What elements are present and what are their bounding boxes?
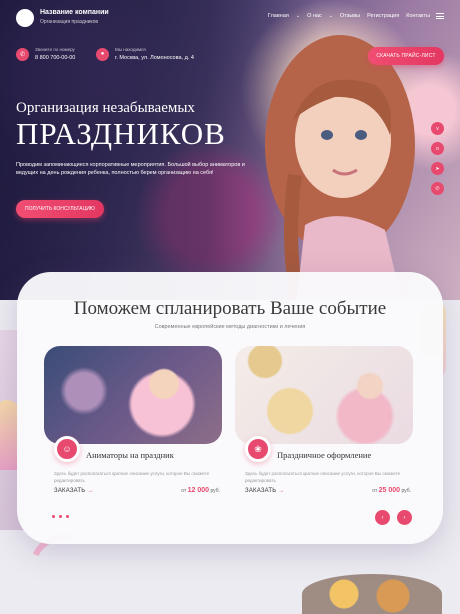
nav-chevron[interactable]: ⌄ bbox=[296, 13, 300, 19]
arrow-right-icon[interactable]: → bbox=[87, 488, 93, 494]
hamburger-menu-icon[interactable] bbox=[436, 13, 444, 19]
service-card-animators[interactable]: ☺ Аниматоры на праздник Здесь будет расп… bbox=[44, 346, 222, 494]
company-tagline: Организация праздников bbox=[40, 19, 99, 25]
carousel-dot[interactable] bbox=[66, 515, 69, 518]
animators-photo bbox=[44, 346, 222, 444]
download-price-button[interactable]: СКАЧАТЬ ПРАЙС-ЛИСТ bbox=[368, 47, 444, 65]
address-contact: ● Мы находимся г. Москва, ул. Ломоносова… bbox=[96, 47, 194, 61]
carousel-prev-button[interactable]: ‹ bbox=[375, 510, 390, 525]
price-value: 25 000 bbox=[378, 487, 401, 494]
carousel-dots[interactable] bbox=[52, 515, 69, 518]
order-label[interactable]: ЗАКАЗАТЬ bbox=[245, 488, 276, 494]
price-unit: руб. bbox=[210, 488, 220, 494]
service-description: Здесь будет располагаться краткое описан… bbox=[54, 471, 210, 483]
address-label: Мы находимся bbox=[115, 47, 146, 52]
service-price: от 12 000 руб. bbox=[181, 487, 220, 494]
section-subtitle: Современные европейские методы диагности… bbox=[154, 324, 306, 330]
main-nav: Главная ⌄ О нас ⌄ Отзывы Регистрация Кон… bbox=[268, 13, 430, 19]
address-value: г. Москва, ул. Ломоносова, д. 4 bbox=[115, 55, 194, 61]
balloons-image bbox=[302, 574, 442, 614]
price-prefix: от bbox=[181, 488, 187, 494]
arrow-right-icon[interactable]: → bbox=[278, 488, 284, 494]
phone-label: Звоните по номеру bbox=[35, 47, 75, 52]
service-name[interactable]: Праздничное оформление bbox=[277, 450, 371, 460]
hero-description: Проводим запоминающиеся корпоративные ме… bbox=[16, 162, 245, 176]
telegram-icon[interactable]: ➤ bbox=[431, 162, 444, 175]
service-name[interactable]: Аниматоры на праздник bbox=[86, 450, 174, 460]
hero-banner: Название компании Организация праздников… bbox=[0, 0, 460, 300]
carousel-dot[interactable] bbox=[52, 515, 55, 518]
balloons-icon: ❀ bbox=[245, 436, 271, 462]
company-name[interactable]: Название компании bbox=[40, 9, 109, 16]
service-description: Здесь будет располагаться краткое описан… bbox=[245, 471, 401, 483]
nav-registration[interactable]: Регистрация bbox=[367, 13, 399, 19]
location-pin-icon: ● bbox=[96, 47, 109, 61]
phone-icon: ✆ bbox=[16, 47, 29, 61]
mask-icon: ☺ bbox=[54, 436, 80, 462]
phone-number[interactable]: 8 800 700-00-00 bbox=[35, 55, 75, 61]
service-price: от 25 000 руб. bbox=[372, 487, 411, 494]
services-card: Поможем спланировать Ваше событие Соврем… bbox=[17, 272, 443, 544]
service-card-decoration[interactable]: ❀ Праздничное оформление Здесь будет рас… bbox=[235, 346, 413, 494]
top-navbar: Название компании Организация праздников… bbox=[0, 0, 460, 40]
nav-home[interactable]: Главная bbox=[268, 13, 289, 19]
section-title: Поможем спланировать Ваше событие bbox=[73, 298, 387, 319]
order-link[interactable]: ЗАКАЗАТЬ → bbox=[54, 488, 94, 494]
hero-girl-image bbox=[265, 35, 415, 300]
nav-about[interactable]: О нас bbox=[307, 13, 322, 19]
nav-contacts[interactable]: Контакты bbox=[406, 13, 430, 19]
hero-title-line1: Организация незабываемых bbox=[16, 100, 195, 116]
carousel-next-button[interactable]: › bbox=[397, 510, 412, 525]
carousel-dot[interactable] bbox=[59, 515, 62, 518]
whatsapp-icon[interactable]: ✆ bbox=[431, 182, 444, 195]
order-link[interactable]: ЗАКАЗАТЬ → bbox=[245, 488, 285, 494]
price-unit: руб. bbox=[401, 488, 411, 494]
ok-icon[interactable]: o bbox=[431, 142, 444, 155]
company-logo[interactable] bbox=[16, 9, 34, 27]
order-label[interactable]: ЗАКАЗАТЬ bbox=[54, 488, 85, 494]
phone-contact: ✆ Звоните по номеру 8 800 700-00-00 bbox=[16, 47, 75, 61]
get-consultation-button[interactable]: ПОЛУЧИТЬ КОНСУЛЬТАЦИЮ bbox=[16, 200, 104, 218]
vk-icon[interactable]: v bbox=[431, 122, 444, 135]
hero-title-line2: ПРАЗДНИКОВ bbox=[16, 116, 226, 151]
nav-reviews[interactable]: Отзывы bbox=[340, 13, 360, 19]
price-prefix: от bbox=[372, 488, 378, 494]
nav-about-chevron[interactable]: ⌄ bbox=[329, 13, 333, 19]
price-value: 12 000 bbox=[187, 487, 210, 494]
decoration-photo bbox=[235, 346, 413, 444]
